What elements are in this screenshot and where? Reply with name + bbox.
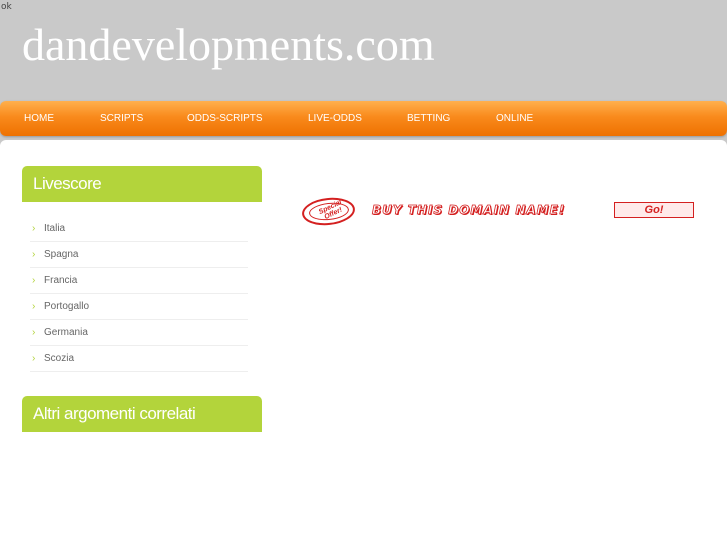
list-item-label: Germania [44,327,88,338]
main-nav: HOME SCRIPTS ODDS-SCRIPTS LIVE-ODDS BETT… [0,101,727,136]
site-title[interactable]: dandevelopments.com [22,18,435,71]
list-item[interactable]: › Spagna [30,242,248,268]
livescore-header: Livescore [22,166,262,202]
chevron-right-icon: › [32,275,36,286]
list-item[interactable]: › Francia [30,268,248,294]
buy-domain-text[interactable]: BUY THIS DOMAIN NAME! [372,203,565,218]
stamp-text: Special Offer! [317,198,344,222]
content-area: Livescore › Italia › Spagna › Francia › Port… [0,140,727,545]
nav-item-odds-scripts[interactable]: ODDS-SCRIPTS [187,113,263,124]
list-item[interactable]: › Portogallo [30,294,248,320]
list-item[interactable]: › Scozia [30,346,248,372]
related-topics-header: Altri argomenti correlati [22,396,262,432]
domain-offer-banner[interactable]: Special Offer! BUY THIS DOMAIN NAME! Go! [300,195,702,228]
list-item-label: Scozia [44,353,75,364]
list-item-label: Spagna [44,249,79,260]
nav-item-home[interactable]: HOME [24,113,54,124]
go-button[interactable]: Go! [614,202,694,218]
nav-item-betting[interactable]: BETTING [407,113,450,124]
livescore-list: › Italia › Spagna › Francia › Portogallo › Ge… [30,216,248,372]
status-text: ok [1,2,12,12]
chevron-right-icon: › [32,249,36,260]
nav-item-live-odds[interactable]: LIVE-ODDS [308,113,362,124]
list-item-label: Italia [44,223,66,234]
chevron-right-icon: › [32,301,36,312]
special-offer-stamp-icon: Special Offer! [300,195,357,228]
chevron-right-icon: › [32,223,36,234]
list-item-label: Francia [44,275,78,286]
list-item[interactable]: › Germania [30,320,248,346]
chevron-right-icon: › [32,327,36,338]
list-item[interactable]: › Italia [30,216,248,242]
nav-item-online[interactable]: ONLINE [496,113,533,124]
list-item-label: Portogallo [44,301,90,312]
nav-item-scripts[interactable]: SCRIPTS [100,113,143,124]
chevron-right-icon: › [32,353,36,364]
